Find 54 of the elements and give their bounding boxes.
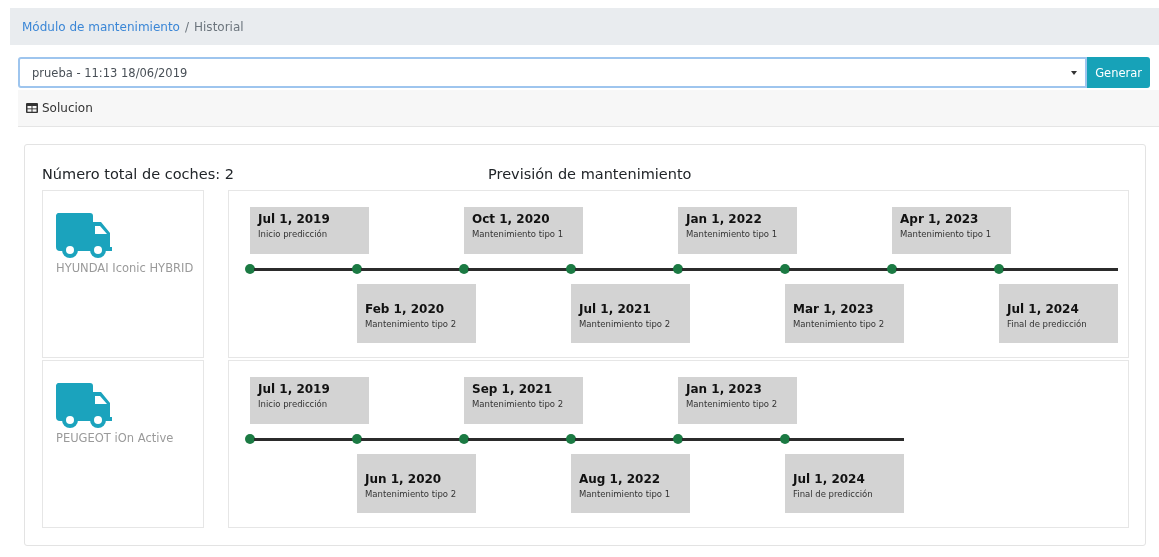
timeline-dot — [245, 264, 255, 274]
timeline-dot — [780, 434, 790, 444]
section-tab-label[interactable]: Solucion — [42, 101, 93, 115]
event-date: Jul 1, 2024 — [1007, 302, 1080, 316]
caret-icon — [1071, 70, 1078, 75]
car-name: PEUGEOT iOn Active — [56, 430, 175, 447]
event-date: Oct 1, 2020 — [472, 212, 551, 226]
timeline-dot — [673, 264, 683, 274]
event-label: Inicio predicción — [258, 399, 329, 409]
event-date: Jul 1, 2021 — [579, 302, 652, 316]
event-date: Jul 1, 2019 — [258, 382, 331, 396]
event-label: Inicio predicción — [258, 229, 329, 239]
event-label: Final de predicción — [793, 489, 874, 499]
event-label: Mantenimiento tipo 2 — [793, 319, 886, 329]
timeline-dot — [459, 434, 469, 444]
history-select[interactable]: prueba - 11:13 18/06/2019 — [18, 57, 1088, 88]
event-date: Jul 1, 2024 — [793, 472, 866, 486]
table-icon — [26, 103, 38, 113]
breadcrumb-separator: / — [184, 19, 189, 34]
timeline-dot — [673, 434, 683, 444]
event-date: Jun 1, 2020 — [365, 472, 443, 486]
event-label: Mantenimiento tipo 2 — [365, 319, 458, 329]
event-date: Aug 1, 2022 — [579, 472, 662, 486]
timeline-dot — [352, 434, 362, 444]
event-label: Mantenimiento tipo 1 — [472, 229, 565, 239]
event-label: Mantenimiento tipo 2 — [579, 319, 672, 329]
timeline-dot — [780, 264, 790, 274]
truck-icon — [56, 383, 112, 429]
timeline-dot — [245, 434, 255, 444]
event-label: Mantenimiento tipo 1 — [686, 229, 779, 239]
timeline-dot — [566, 264, 576, 274]
event-date: Jan 1, 2023 — [686, 382, 763, 396]
event-date: Jul 1, 2019 — [258, 212, 331, 226]
timeline-dot — [352, 264, 362, 274]
event-date: Apr 1, 2023 — [900, 212, 980, 226]
event-label: Final de predicción — [1007, 319, 1088, 329]
timeline-dot — [887, 264, 897, 274]
car-count: Número total de coches: 2 — [42, 166, 235, 182]
timeline-dot — [994, 264, 1004, 274]
event-label: Mantenimiento tipo 1 — [900, 229, 993, 239]
truck-icon — [56, 213, 112, 259]
event-label: Mantenimiento tipo 1 — [579, 489, 672, 499]
timeline-dot — [459, 264, 469, 274]
timeline-dot — [566, 434, 576, 444]
event-date: Feb 1, 2020 — [365, 302, 446, 316]
event-label: Mantenimiento tipo 2 — [472, 399, 565, 409]
timeline-title: Previsión de mantenimiento — [487, 166, 693, 182]
event-label: Mantenimiento tipo 2 — [365, 489, 458, 499]
event-date: Mar 1, 2023 — [793, 302, 875, 316]
car-name: HYUNDAI Iconic HYBRID — [56, 260, 195, 277]
event-date: Sep 1, 2021 — [472, 382, 554, 396]
breadcrumb-current: Historial — [194, 19, 244, 34]
event-label: Mantenimiento tipo 2 — [686, 399, 779, 409]
event-date: Jan 1, 2022 — [686, 212, 763, 226]
